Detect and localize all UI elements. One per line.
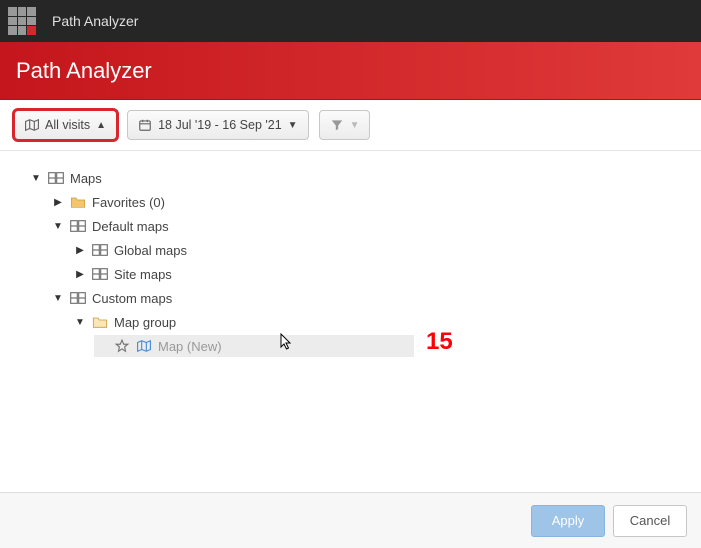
star-outline-icon[interactable] (114, 338, 130, 354)
tree-node-global-maps[interactable]: ▶ Global maps (72, 239, 681, 261)
app-top-bar: Path Analyzer (0, 0, 701, 42)
map-item-icon (136, 338, 152, 354)
date-range-button[interactable]: 18 Jul '19 - 16 Sep '21 ▼ (127, 110, 309, 140)
collapse-icon[interactable]: ▼ (52, 221, 64, 232)
folder-icon (70, 194, 86, 210)
tree-node-default-maps[interactable]: ▼ Default maps (50, 215, 681, 237)
toolbar: All visits ▲ 18 Jul '19 - 16 Sep '21 ▼ ▼ (0, 100, 701, 151)
page-title: Path Analyzer (0, 42, 701, 100)
calendar-icon (138, 118, 152, 132)
funnel-icon (330, 118, 344, 132)
folder-icon (92, 314, 108, 330)
apply-button[interactable]: Apply (531, 505, 605, 537)
tree-node-custom-maps[interactable]: ▼ Custom maps (50, 287, 681, 309)
maps-icon (92, 266, 108, 282)
collapse-icon[interactable]: ▼ (52, 293, 64, 304)
tree-label: Default maps (92, 219, 169, 234)
chevron-up-icon: ▲ (96, 120, 106, 131)
expand-icon[interactable]: ▶ (52, 197, 64, 208)
expand-icon[interactable]: ▶ (74, 269, 86, 280)
tree-label: Custom maps (92, 291, 172, 306)
map-icon (25, 118, 39, 132)
maps-icon (48, 170, 64, 186)
collapse-icon[interactable]: ▼ (74, 317, 86, 328)
tree-label: Maps (70, 171, 102, 186)
maps-icon (70, 218, 86, 234)
chevron-down-icon: ▼ (288, 120, 298, 131)
chevron-down-icon: ▼ (350, 120, 360, 131)
map-tree-panel: ▼ Maps ▶ Favorites (0) (0, 151, 701, 481)
visits-filter-button[interactable]: All visits ▲ (14, 110, 117, 140)
collapse-icon[interactable]: ▼ (30, 173, 42, 184)
tree-node-map-group[interactable]: ▼ Map group (72, 311, 681, 333)
filter-button[interactable]: ▼ (319, 110, 371, 140)
tree-label: Map group (114, 315, 176, 330)
tree-node-maps[interactable]: ▼ Maps (28, 167, 681, 189)
tree-node-favorites[interactable]: ▶ Favorites (0) (50, 191, 681, 213)
visits-filter-label: All visits (45, 118, 90, 132)
tree-node-map-new[interactable]: ▶ Map (New) (94, 335, 414, 357)
maps-icon (70, 290, 86, 306)
dialog-footer: Apply Cancel (0, 492, 701, 548)
tree-label: Site maps (114, 267, 172, 282)
cancel-button[interactable]: Cancel (613, 505, 687, 537)
tree-node-site-maps[interactable]: ▶ Site maps (72, 263, 681, 285)
app-title: Path Analyzer (52, 13, 138, 29)
expand-icon[interactable]: ▶ (74, 245, 86, 256)
tree-label: Favorites (0) (92, 195, 165, 210)
tree-label: Map (New) (158, 339, 222, 354)
app-logo-icon (8, 7, 36, 35)
maps-icon (92, 242, 108, 258)
date-range-label: 18 Jul '19 - 16 Sep '21 (158, 118, 282, 132)
tree-label: Global maps (114, 243, 187, 258)
